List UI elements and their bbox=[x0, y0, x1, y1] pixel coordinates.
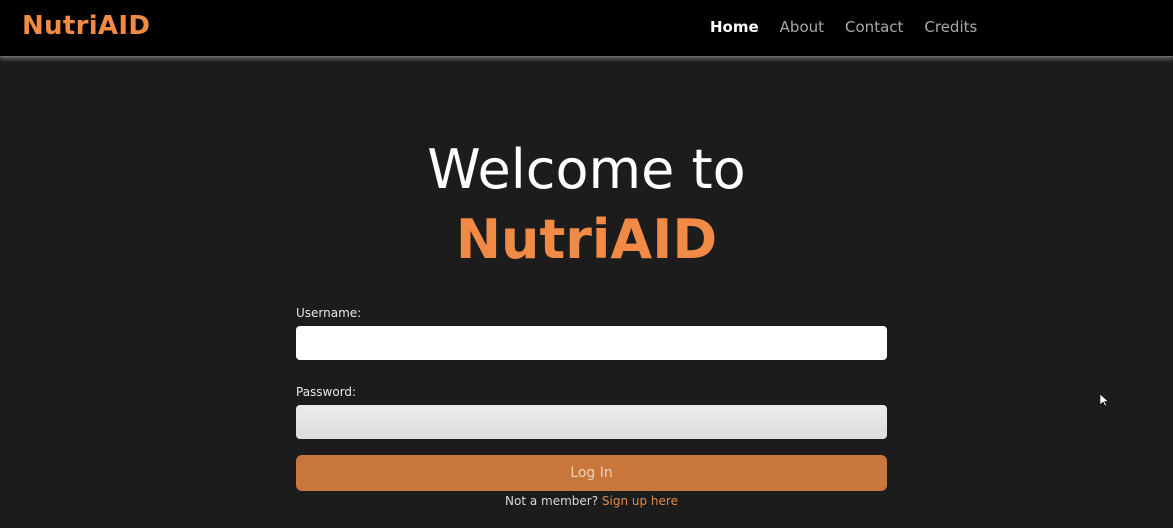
password-input[interactable] bbox=[296, 405, 887, 439]
username-input[interactable] bbox=[296, 326, 887, 360]
nav-links: Home About Contact Credits bbox=[710, 18, 998, 36]
login-button[interactable]: Log In bbox=[296, 455, 887, 491]
hero-title-line1: Welcome to bbox=[427, 138, 746, 201]
mouse-pointer-icon bbox=[1099, 392, 1110, 411]
nav-link-about[interactable]: About bbox=[780, 18, 824, 36]
brand-logo[interactable]: NutriAID bbox=[22, 11, 150, 41]
nav-link-contact[interactable]: Contact bbox=[845, 18, 903, 36]
navbar: NutriAID Home About Contact Credits bbox=[0, 0, 1173, 57]
nav-link-home[interactable]: Home bbox=[710, 18, 759, 36]
signup-link[interactable]: Sign up here bbox=[602, 494, 678, 508]
login-form: Username: Password: Log In Not a member?… bbox=[296, 306, 887, 508]
password-label: Password: bbox=[296, 385, 357, 399]
username-label: Username: bbox=[296, 306, 362, 320]
signup-line: Not a member? Sign up here bbox=[296, 494, 887, 508]
nav-link-credits[interactable]: Credits bbox=[924, 18, 977, 36]
signup-prompt: Not a member? bbox=[505, 494, 599, 508]
hero-title-brand: NutriAID bbox=[455, 208, 718, 271]
